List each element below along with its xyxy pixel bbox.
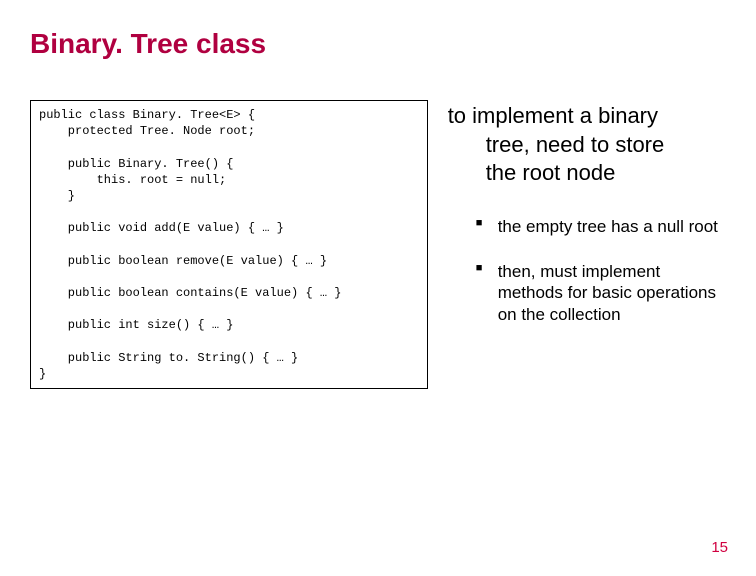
para-line-3: the root node — [448, 159, 726, 188]
para-line-1: to implement a binary — [448, 103, 658, 128]
list-item: the empty tree has a null root — [476, 216, 726, 237]
right-column: to implement a binary tree, need to stor… — [448, 100, 726, 349]
code-listing: public class Binary. Tree<E> { protected… — [39, 107, 419, 382]
list-item: then, must implement methods for basic o… — [476, 261, 726, 325]
bullet-list: the empty tree has a null root then, mus… — [448, 216, 726, 325]
intro-paragraph: to implement a binary tree, need to stor… — [448, 102, 726, 188]
page-number: 15 — [711, 539, 728, 556]
slide-title: Binary. Tree class — [30, 28, 726, 60]
content-row: public class Binary. Tree<E> { protected… — [30, 100, 726, 389]
code-box: public class Binary. Tree<E> { protected… — [30, 100, 428, 389]
para-line-2: tree, need to store — [448, 131, 726, 160]
slide: Binary. Tree class public class Binary. … — [0, 0, 756, 576]
